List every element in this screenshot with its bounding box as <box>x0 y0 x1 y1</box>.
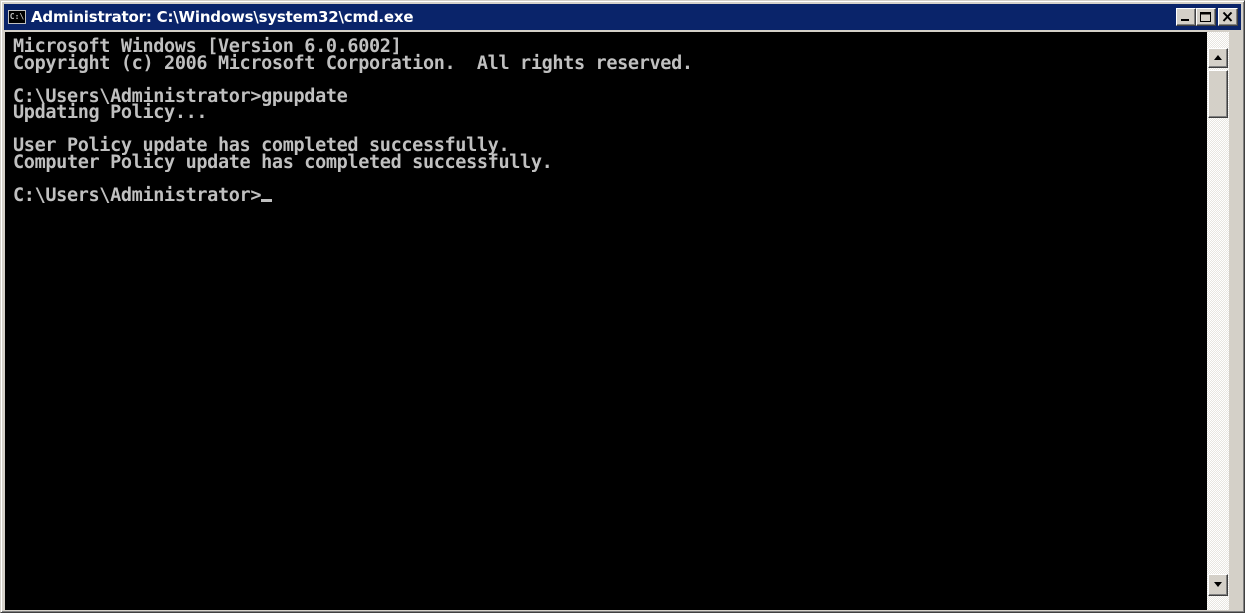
console-line: Copyright (c) 2006 Microsoft Corporation… <box>13 52 693 74</box>
prompt-line[interactable]: C:\Users\Administrator> <box>13 184 1207 206</box>
maximize-button[interactable] <box>1196 8 1216 26</box>
minimize-button[interactable] <box>1176 8 1196 26</box>
console-output[interactable]: Microsoft Windows [Version 6.0.6002] Copy… <box>5 32 1207 610</box>
window-controls <box>1176 8 1238 26</box>
console-line: Updating Policy... <box>13 102 208 123</box>
prompt-text: C:\Users\Administrator> <box>13 184 262 206</box>
cmd-icon[interactable]: C:\ <box>8 10 26 24</box>
title-bar[interactable]: C:\ Administrator: C:\Windows\system32\c… <box>4 4 1241 30</box>
close-icon <box>1222 12 1233 22</box>
arrow-down-icon <box>1214 582 1222 587</box>
minimize-icon <box>1181 19 1189 21</box>
scroll-down-button[interactable] <box>1208 574 1228 596</box>
maximize-icon <box>1200 12 1211 22</box>
cmd-window: C:\ Administrator: C:\Windows\system32\c… <box>0 0 1245 613</box>
scroll-up-button[interactable] <box>1208 48 1228 68</box>
console-line: Computer Policy update has completed suc… <box>13 151 553 173</box>
close-button[interactable] <box>1218 8 1238 26</box>
text-cursor <box>261 198 273 202</box>
arrow-up-icon <box>1214 55 1222 60</box>
vertical-scrollbar[interactable] <box>1207 32 1229 610</box>
console-text: Microsoft Windows [Version 6.0.6002] Copy… <box>5 32 1207 206</box>
window-title: Administrator: C:\Windows\system32\cmd.e… <box>31 8 414 26</box>
scroll-thumb[interactable] <box>1208 70 1228 118</box>
